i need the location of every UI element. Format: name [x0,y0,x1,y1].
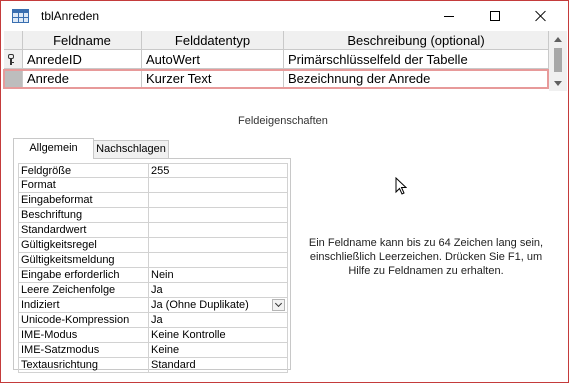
property-label: Textausrichtung [18,358,149,373]
property-label: Eingabe erforderlich [18,268,149,283]
property-value[interactable]: Ja [148,283,288,298]
title-bar[interactable]: tblAnreden [1,1,568,31]
property-row[interactable]: Gültigkeitsregel [18,238,288,253]
triangle-down-icon [554,80,562,86]
property-value[interactable]: Standard [148,358,288,373]
property-value[interactable] [148,253,288,268]
field-properties-panel: Feldgröße 255 Format Eingabeformat Besch… [13,158,291,373]
help-text: Ein Feldname kann bis zu 64 Zeichen lang… [308,237,544,277]
property-label: Unicode-Kompression [18,313,149,328]
column-header-description[interactable]: Beschreibung (optional) [284,31,549,50]
close-icon [535,10,547,22]
property-value[interactable] [148,223,288,238]
property-label: Leere Zeichenfolge [18,283,149,298]
row-selector[interactable] [4,50,23,69]
property-row[interactable]: IME-Modus Keine Kontrolle [18,328,288,343]
minimize-icon [444,15,454,17]
property-label: IME-Satzmodus [18,343,149,358]
property-row[interactable]: IME-Satzmodus Keine [18,343,288,358]
property-row[interactable]: Feldgröße 255 [18,163,288,178]
property-row[interactable]: Eingabe erforderlich Nein [18,268,288,283]
property-value[interactable]: 255 [148,163,288,178]
property-label: IME-Modus [18,328,149,343]
tab-general[interactable]: Allgemein [13,138,94,159]
minimize-button[interactable] [426,1,472,31]
property-label: Feldgröße [18,163,149,178]
property-value[interactable] [148,178,288,193]
property-row[interactable]: Unicode-Kompression Ja [18,313,288,328]
property-row[interactable]: Standardwert [18,223,288,238]
property-label: Standardwert [18,223,149,238]
property-label: Beschriftung [18,208,149,223]
mouse-cursor-icon [395,177,407,195]
table-row[interactable]: Anrede Kurzer Text Bezeichnung der Anred… [4,69,549,88]
chevron-down-icon [274,299,283,308]
scroll-thumb[interactable] [554,48,562,72]
property-row[interactable]: Textausrichtung Standard [18,358,288,373]
property-value-text: Ja (Ohne Duplikate) [151,299,249,311]
scroll-down-button[interactable] [549,75,567,91]
property-label: Gültigkeitsregel [18,238,149,253]
property-label: Gültigkeitsmeldung [18,253,149,268]
data-type-cell[interactable]: Kurzer Text [142,69,284,88]
property-row[interactable]: Leere Zeichenfolge Ja [18,283,288,298]
property-value[interactable]: Nein [148,268,288,283]
property-row[interactable]: Indiziert Ja (Ohne Duplikate) [18,298,288,313]
property-value[interactable] [148,193,288,208]
primary-key-icon [8,54,16,65]
description-cell[interactable]: Bezeichnung der Anrede [284,69,549,88]
tab-lookup[interactable]: Nachschlagen [93,140,169,159]
maximize-button[interactable] [472,1,518,31]
dropdown-button[interactable] [272,299,285,311]
window-title: tblAnreden [41,9,100,23]
property-row[interactable]: Format [18,178,288,193]
property-value[interactable] [148,208,288,223]
field-properties-caption: Feldeigenschaften [238,115,328,127]
column-header-data-type[interactable]: Felddatentyp [142,31,284,50]
triangle-up-icon [554,36,562,42]
column-header-field-name[interactable]: Feldname [23,31,142,50]
property-value[interactable]: Ja [148,313,288,328]
property-value-dropdown[interactable]: Ja (Ohne Duplikate) [148,298,288,313]
close-button[interactable] [518,1,564,31]
property-value[interactable] [148,238,288,253]
property-label: Indiziert [18,298,149,313]
row-selector[interactable] [4,69,23,88]
grid-header-row: Feldname Felddatentyp Beschreibung (opti… [4,31,549,50]
vertical-scrollbar[interactable] [549,31,567,91]
property-value[interactable]: Keine [148,343,288,358]
field-name-cell[interactable]: Anrede [23,69,142,88]
table-icon [12,9,29,23]
maximize-icon [490,11,500,21]
field-name-cell[interactable]: AnredeID [23,50,142,69]
table-row[interactable]: AnredeID AutoWert Primärschlüsselfeld de… [4,50,549,69]
scroll-up-button[interactable] [549,31,567,47]
table-design-window: tblAnreden Feldname Felddatentyp Beschre… [0,0,569,383]
property-label: Format [18,178,149,193]
property-label: Eingabeformat [18,193,149,208]
field-design-grid: Feldname Felddatentyp Beschreibung (opti… [4,31,549,91]
header-selector-cell[interactable] [4,31,23,50]
property-row[interactable]: Eingabeformat [18,193,288,208]
property-row[interactable]: Beschriftung [18,208,288,223]
data-type-cell[interactable]: AutoWert [142,50,284,69]
property-row[interactable]: Gültigkeitsmeldung [18,253,288,268]
description-cell[interactable]: Primärschlüsselfeld der Tabelle [284,50,549,69]
property-value[interactable]: Keine Kontrolle [148,328,288,343]
